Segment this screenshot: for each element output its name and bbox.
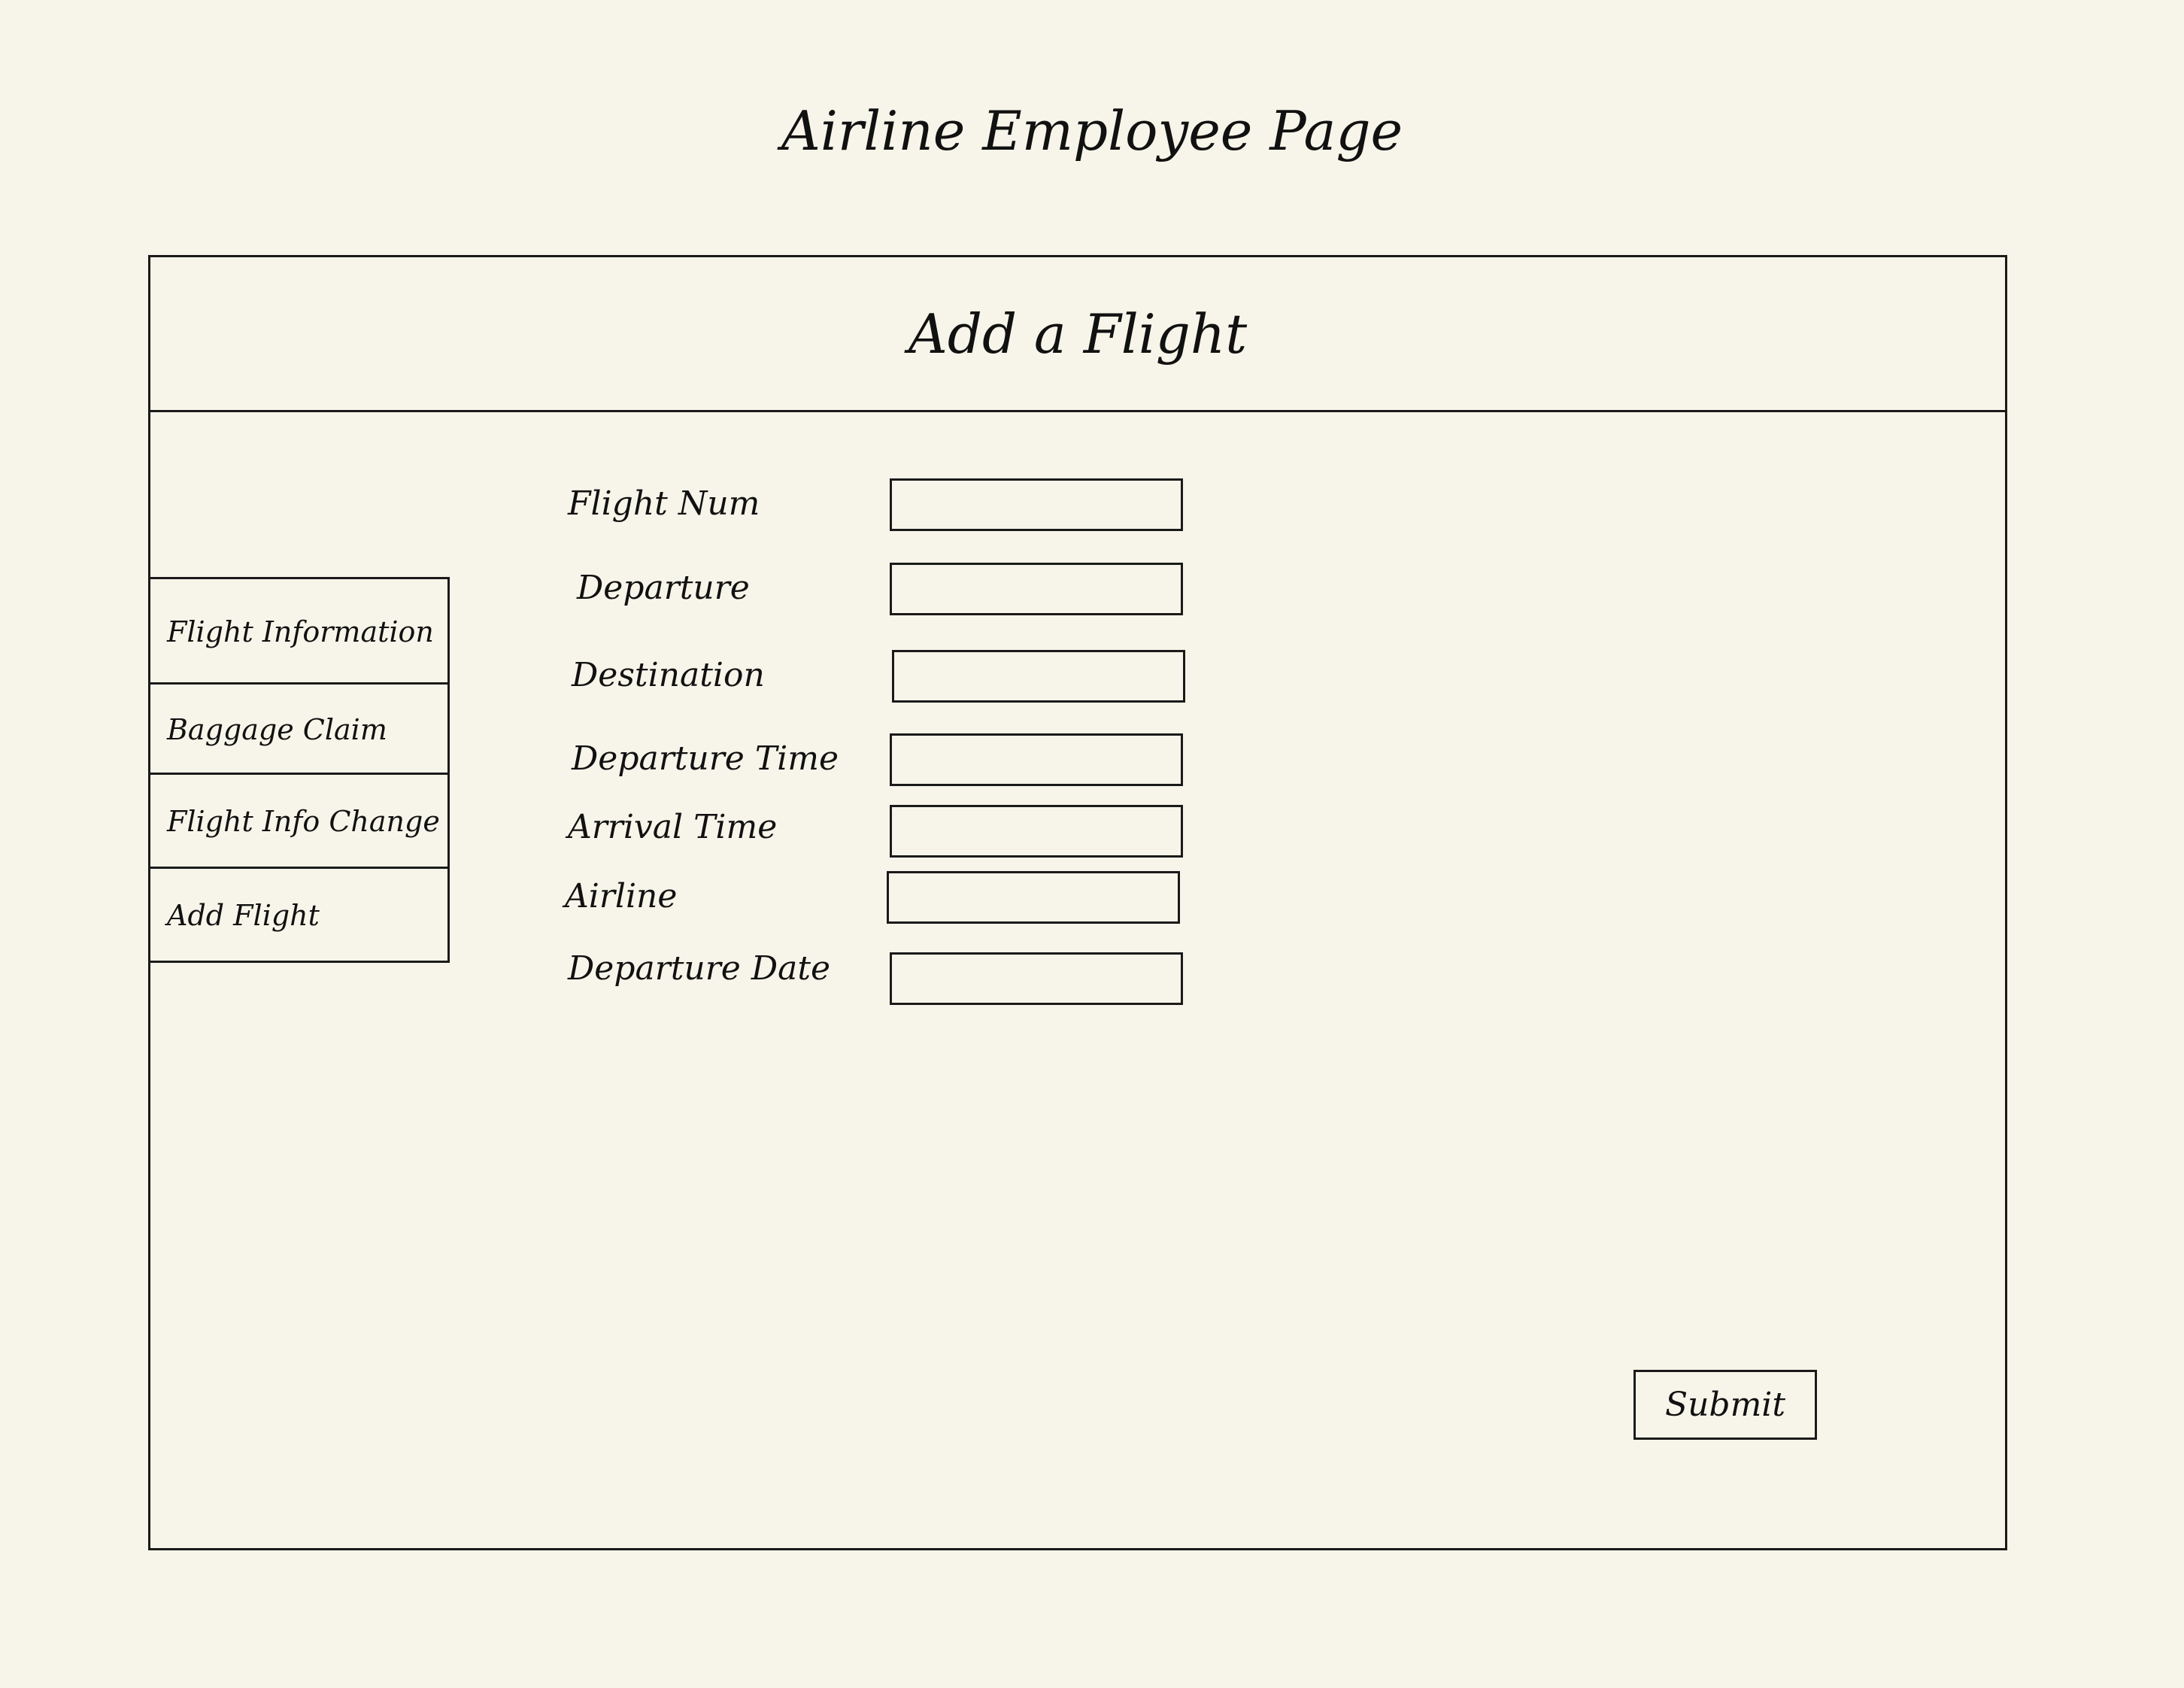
panel-title: Add a Flight bbox=[908, 302, 1248, 366]
page-title: Airline Employee Page bbox=[781, 99, 1403, 162]
departure-label: Departure bbox=[577, 569, 750, 607]
form-row-departure-time: Departure Time bbox=[568, 733, 1245, 786]
form-row-departure-date: Departure Date bbox=[568, 949, 1245, 1005]
panel-header: Add a Flight bbox=[150, 257, 2005, 412]
airline-input[interactable] bbox=[887, 871, 1180, 924]
form-row-departure: Departure bbox=[568, 563, 1245, 615]
departure-time-label: Departure Time bbox=[572, 739, 839, 778]
departure-date-label: Departure Date bbox=[568, 949, 831, 988]
sidebar-item-flight-info-change[interactable]: Flight Info Change bbox=[150, 775, 447, 869]
form-row-destination: Destination bbox=[568, 650, 1245, 703]
flight-num-input[interactable] bbox=[890, 478, 1183, 531]
arrival-time-input[interactable] bbox=[890, 805, 1183, 858]
submit-button[interactable]: Submit bbox=[1633, 1370, 1817, 1440]
destination-label: Destination bbox=[572, 656, 765, 694]
airline-label: Airline bbox=[565, 877, 678, 915]
departure-date-input[interactable] bbox=[890, 952, 1183, 1005]
sidebar-item-add-flight[interactable]: Add Flight bbox=[150, 869, 447, 963]
sidebar-item-flight-information[interactable]: Flight Information bbox=[150, 579, 447, 685]
form-row-flight-num: Flight Num bbox=[568, 478, 1245, 531]
arrival-time-label: Arrival Time bbox=[568, 808, 778, 846]
add-flight-panel: Add a Flight Flight Information Baggage … bbox=[148, 255, 2007, 1550]
form-row-arrival-time: Arrival Time bbox=[568, 805, 1245, 858]
form-row-airline: Airline bbox=[565, 871, 1245, 924]
departure-input[interactable] bbox=[890, 563, 1183, 615]
flight-num-label: Flight Num bbox=[568, 484, 760, 523]
destination-input[interactable] bbox=[892, 650, 1185, 703]
sidebar-nav: Flight Information Baggage Claim Flight … bbox=[150, 577, 450, 963]
departure-time-input[interactable] bbox=[890, 733, 1183, 786]
sidebar-item-baggage-claim[interactable]: Baggage Claim bbox=[150, 685, 447, 775]
